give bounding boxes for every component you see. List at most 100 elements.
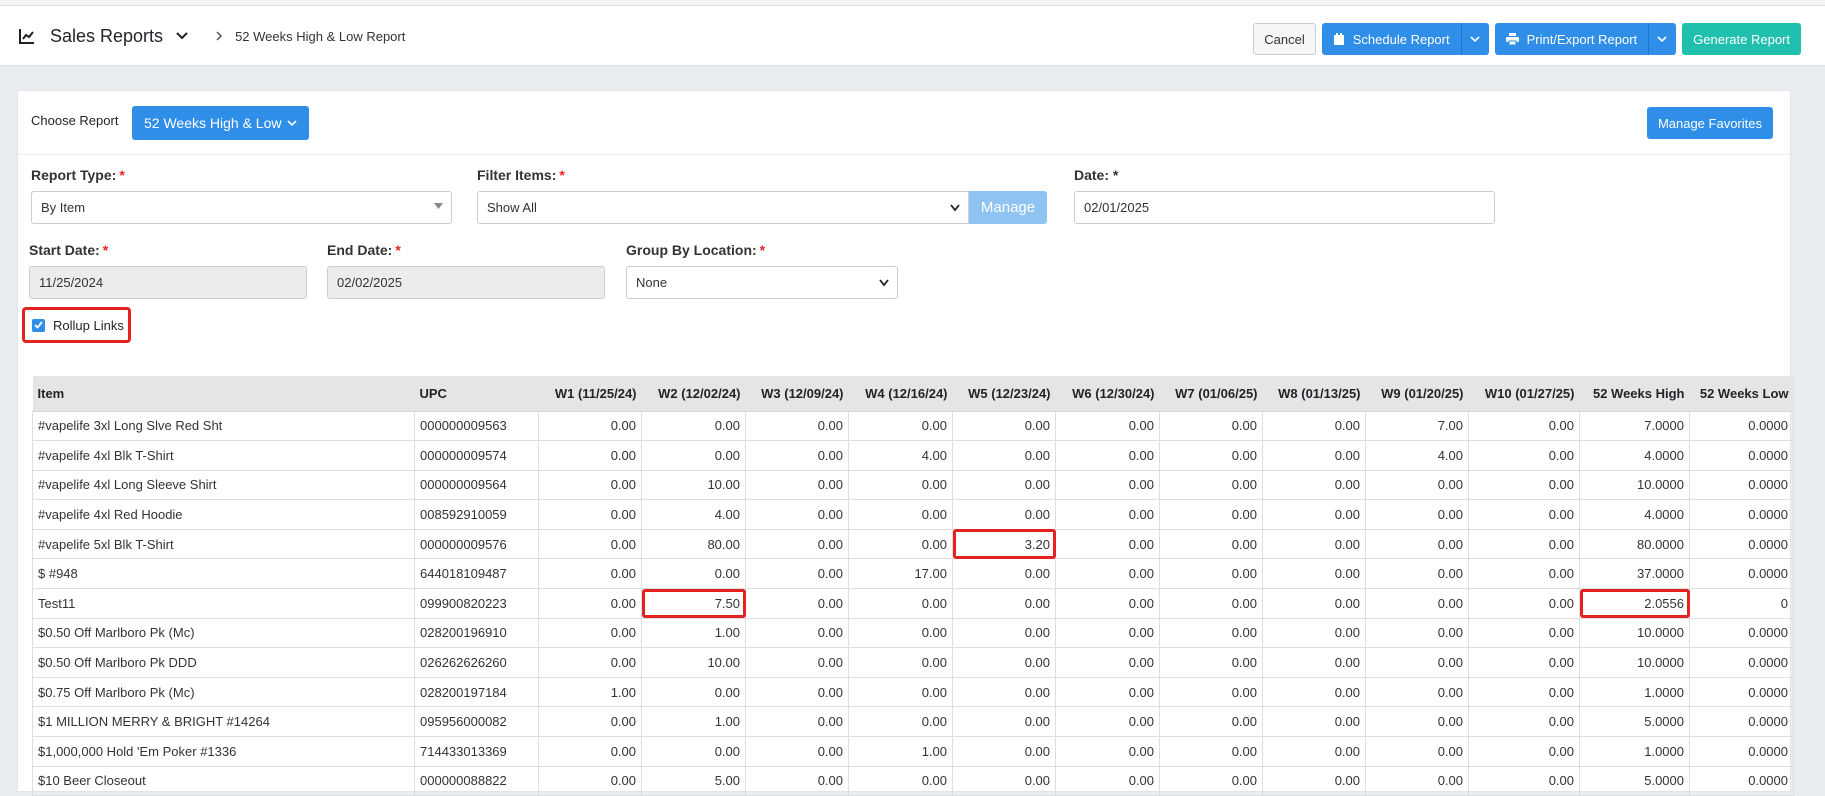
- value-cell: 0.00: [745, 647, 849, 678]
- report-type-select[interactable]: By Item: [31, 191, 452, 224]
- value-cell: 0.0000: [1689, 558, 1794, 590]
- report-card: Choose Report 52 Weeks High & Low Manage…: [17, 90, 1794, 796]
- value-cell: 0.00: [745, 499, 849, 530]
- chevron-down-icon[interactable]: [175, 29, 189, 43]
- start-date-label-text: Start Date:: [29, 242, 100, 258]
- value-cell: 0.00: [1468, 706, 1580, 738]
- column-header[interactable]: 52 Weeks Low: [1689, 376, 1794, 412]
- value-cell: 5.0000: [1579, 765, 1690, 796]
- value-cell: 0.00: [745, 706, 849, 738]
- table-row: #vapelife 4xl Long Sleeve Shirt 000000009…: [32, 469, 1794, 501]
- value-cell: 4.0000: [1579, 499, 1690, 530]
- value-cell: 0.00: [1159, 469, 1263, 501]
- value-cell: 0.00: [641, 736, 746, 767]
- value-cell: 1.00: [641, 617, 746, 649]
- value-cell: 80.0000: [1579, 528, 1690, 560]
- print-export-dropdown[interactable]: [1648, 23, 1677, 55]
- table-row: $0.75 Off Marlboro Pk (Mc) 028200197184 1.…: [32, 676, 1794, 708]
- group-by-label: Group By Location: *: [626, 242, 765, 258]
- item-name-cell: $0.75 Off Marlboro Pk (Mc): [32, 676, 415, 708]
- value-cell: 4.00: [848, 440, 953, 471]
- value-cell: 4.00: [1365, 440, 1469, 471]
- upc-cell: 000000009563: [414, 410, 539, 442]
- value-cell: 0.00: [1159, 647, 1263, 678]
- end-date-input[interactable]: 02/02/2025: [327, 266, 605, 299]
- module-title[interactable]: Sales Reports: [50, 26, 163, 47]
- value-cell: 0.00: [1468, 617, 1580, 649]
- calendar-icon: [1333, 32, 1344, 45]
- checkbox-checked-icon[interactable]: [32, 318, 45, 332]
- value-cell: 0.00: [1159, 765, 1263, 796]
- value-cell: 0.00: [745, 440, 849, 471]
- generate-report-button[interactable]: Generate Report: [1682, 23, 1801, 55]
- column-header[interactable]: 52 Weeks High: [1579, 376, 1690, 412]
- table-row: $1,000,000 Hold 'Em Poker #1336 714433013…: [32, 736, 1794, 767]
- chevron-down-icon: [879, 279, 889, 287]
- column-header[interactable]: W6 (12/30/24): [1055, 376, 1160, 412]
- value-cell: 0.00: [848, 765, 953, 796]
- upc-cell: 714433013369: [414, 736, 539, 767]
- value-cell: 0.00: [1262, 676, 1366, 708]
- column-header[interactable]: W9 (01/20/25): [1365, 376, 1469, 412]
- value-cell: 0.0000: [1689, 469, 1794, 501]
- value-cell: 0: [1689, 588, 1794, 619]
- column-header[interactable]: Item: [32, 376, 415, 412]
- column-header[interactable]: W1 (11/25/24): [538, 376, 642, 412]
- column-header[interactable]: W7 (01/06/25): [1159, 376, 1263, 412]
- report-table: Item UPC W1 (11/25/24) W2 (12/02/24) W3 (12/…: [32, 376, 1794, 796]
- upc-cell: 008592910059: [414, 499, 539, 530]
- value-cell: 0.00: [745, 736, 849, 767]
- table-row: $10 Beer Closeout 000000088822 0.00 5.00 0.0…: [32, 765, 1794, 796]
- value-cell: 0.00: [538, 765, 642, 796]
- table-row: #vapelife 3xl Long Slve Red Sht 000000009…: [32, 410, 1794, 442]
- choose-report-dropdown[interactable]: 52 Weeks High & Low: [132, 106, 310, 140]
- upc-cell: 026262626260: [414, 647, 539, 678]
- value-cell: 0.00: [538, 469, 642, 501]
- value-cell: 0.00: [538, 558, 642, 590]
- value-cell: 0.00: [952, 499, 1056, 530]
- end-date-label-text: End Date:: [327, 242, 393, 258]
- manage-filter-button[interactable]: Manage: [969, 191, 1047, 224]
- column-header[interactable]: W3 (12/09/24): [745, 376, 849, 412]
- line-chart-icon: [19, 29, 34, 44]
- value-cell: 0.00: [1262, 440, 1366, 471]
- table-row: #vapelife 5xl Blk T-Shirt 000000009576 0.0…: [32, 528, 1794, 560]
- value-cell: 0.00: [1468, 528, 1580, 560]
- value-cell: 0.0000: [1689, 736, 1794, 767]
- rollup-links-checkbox[interactable]: Rollup Links: [22, 307, 131, 343]
- filter-items-select[interactable]: Show All: [477, 191, 969, 224]
- column-header[interactable]: W8 (01/13/25): [1262, 376, 1366, 412]
- value-cell: 5.0000: [1579, 706, 1690, 738]
- table-body: #vapelife 3xl Long Slve Red Sht 000000009…: [32, 410, 1794, 796]
- start-date-input[interactable]: 11/25/2024: [29, 266, 307, 299]
- column-header[interactable]: W5 (12/23/24): [952, 376, 1056, 412]
- group-by-select[interactable]: None: [626, 266, 898, 299]
- required-mark: *: [559, 167, 565, 183]
- item-name-cell: $1,000,000 Hold 'Em Poker #1336: [32, 736, 415, 767]
- start-date-label: Start Date: *: [29, 242, 108, 258]
- value-cell: 7.00: [1365, 410, 1469, 442]
- value-cell: 0.00: [952, 440, 1056, 471]
- cancel-button[interactable]: Cancel: [1253, 23, 1316, 55]
- manage-favorites-button[interactable]: Manage Favorites: [1646, 107, 1773, 139]
- item-name-cell: $1 MILLION MERRY & BRIGHT #14264: [32, 706, 415, 738]
- item-name-cell: #vapelife 4xl Red Hoodie: [32, 499, 415, 530]
- value-cell: 0.00: [1262, 706, 1366, 738]
- print-export-button[interactable]: Print/Export Report: [1494, 23, 1649, 55]
- schedule-report-button[interactable]: Schedule Report: [1321, 23, 1461, 55]
- value-cell: 0.00: [1262, 410, 1366, 442]
- value-cell: 0.00: [952, 676, 1056, 708]
- value-cell: 0.00: [1159, 499, 1263, 530]
- value-cell: 1.0000: [1579, 736, 1690, 767]
- filter-items-label: Filter Items: *: [477, 167, 565, 183]
- value-cell: 0.00: [1262, 499, 1366, 530]
- date-input[interactable]: 02/01/2025: [1074, 191, 1495, 224]
- value-cell: 0.00: [1159, 736, 1263, 767]
- schedule-report-dropdown[interactable]: [1460, 23, 1489, 55]
- column-header[interactable]: W10 (01/27/25): [1468, 376, 1580, 412]
- column-header[interactable]: W4 (12/16/24): [848, 376, 953, 412]
- value-cell: 1.00: [641, 706, 746, 738]
- value-cell: 0.00: [745, 765, 849, 796]
- column-header[interactable]: UPC: [414, 376, 539, 412]
- column-header[interactable]: W2 (12/02/24): [641, 376, 746, 412]
